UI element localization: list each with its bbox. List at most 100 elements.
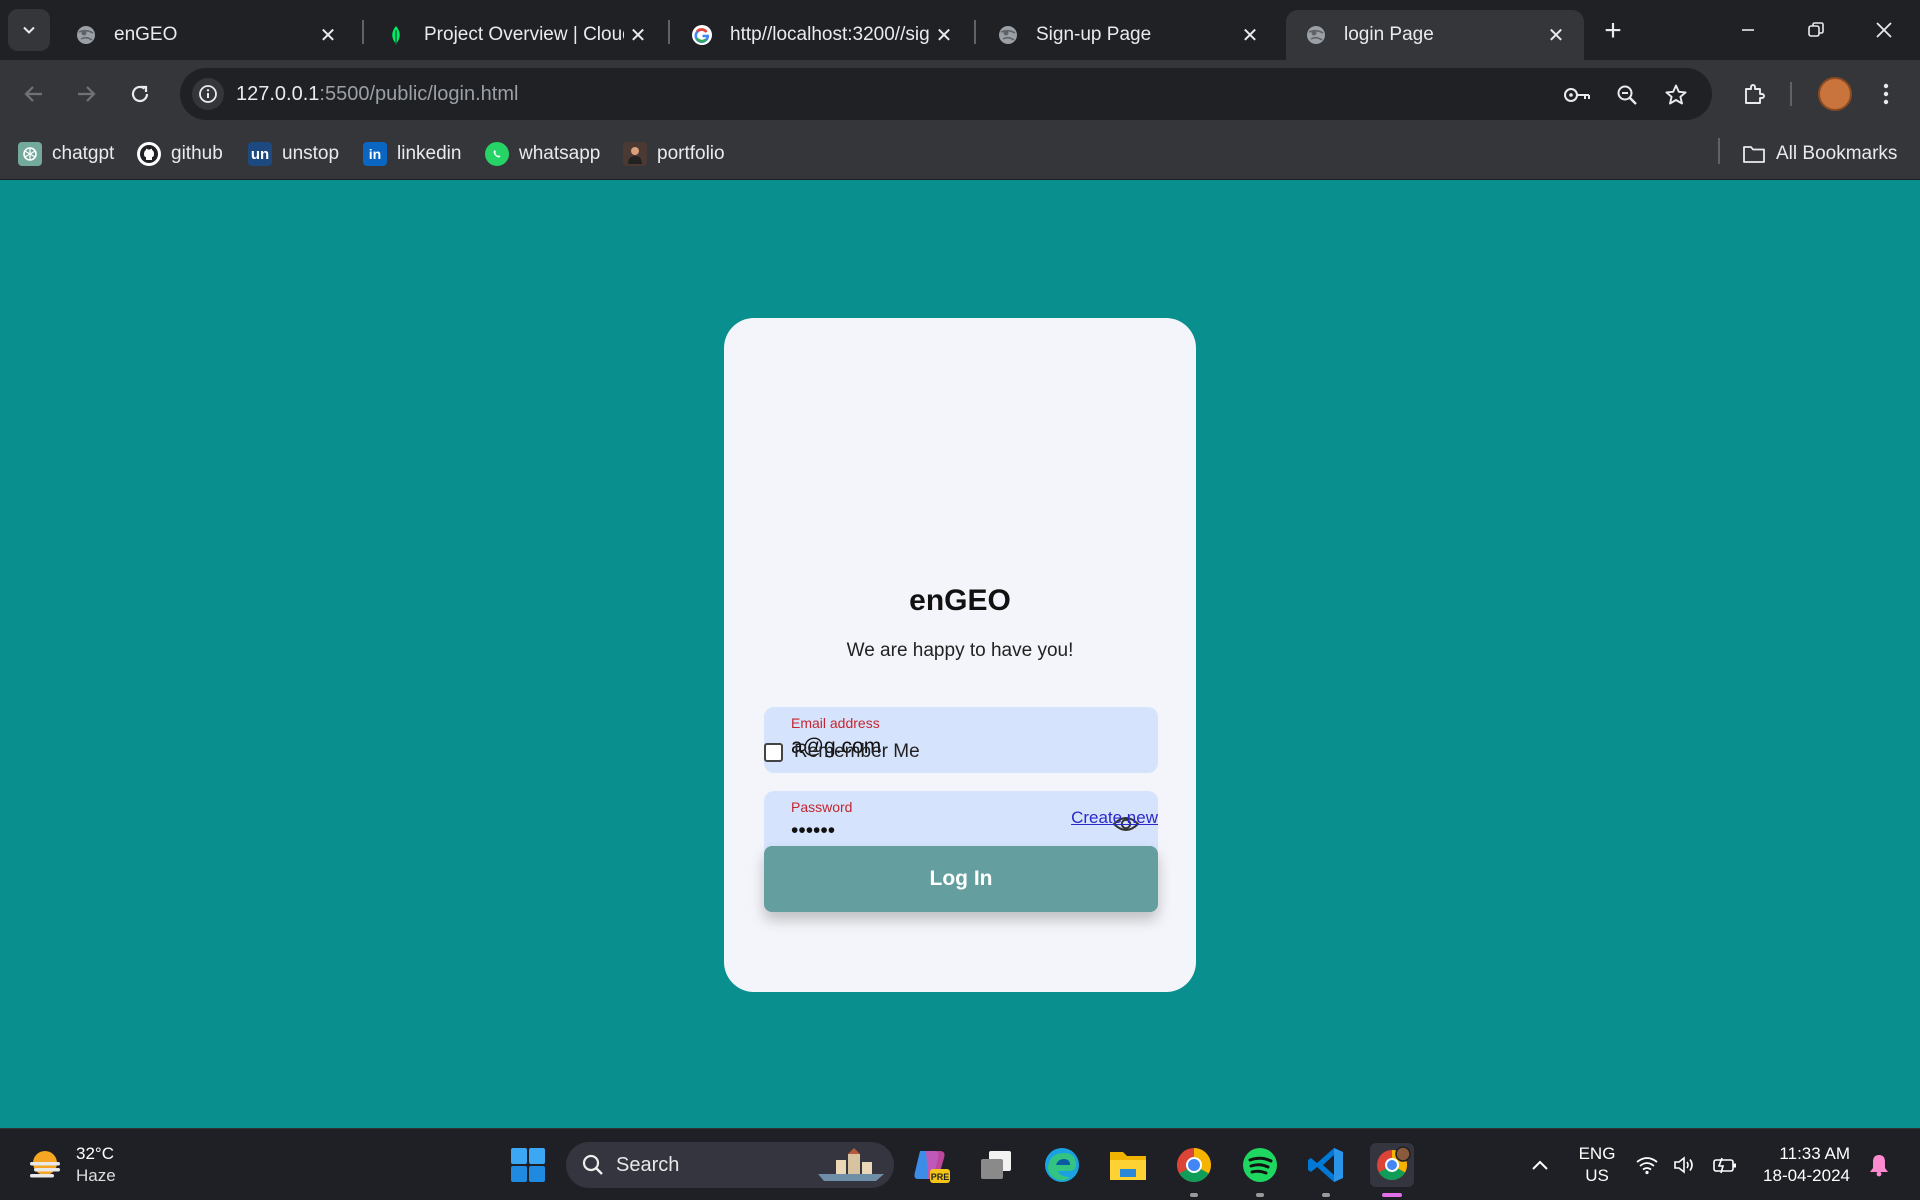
url-host: 127.0.0.1 (236, 83, 320, 105)
password-label: Password (791, 799, 853, 815)
portfolio-icon (623, 142, 647, 166)
tab-project-overview[interactable]: Project Overview | Cloud ✕ (366, 10, 666, 60)
language-indicator[interactable]: ENG US (1570, 1143, 1624, 1187)
unstop-icon: un (248, 142, 272, 166)
file-explorer-icon[interactable] (1106, 1143, 1150, 1187)
minimize-icon (1742, 29, 1754, 31)
url-path: :5500/public/login.html (319, 83, 519, 105)
all-bookmarks-button[interactable]: All Bookmarks (1742, 140, 1897, 168)
zoom-icon[interactable] (1612, 80, 1642, 110)
bookmarks-bar: chatgpt github un unstop in linkedin wha… (0, 128, 1920, 180)
bookmark-label: whatsapp (519, 143, 601, 164)
arrow-right-icon (78, 86, 96, 102)
remember-me[interactable]: Remember Me (764, 741, 920, 763)
puzzle-icon (1745, 84, 1765, 104)
menu-button[interactable] (1866, 74, 1906, 114)
restore-button[interactable] (1782, 0, 1850, 60)
weather-temperature: 32°C (76, 1144, 114, 1163)
login-button[interactable]: Log In (764, 846, 1158, 912)
chevron-down-icon (23, 26, 35, 34)
close-icon[interactable]: ✕ (1236, 21, 1264, 49)
wifi-icon[interactable] (1630, 1143, 1664, 1187)
address-bar[interactable]: 127.0.0.1:5500/public/login.html (180, 68, 1712, 120)
brand-title: enGEO (909, 584, 1011, 617)
bookmark-unstop[interactable]: un unstop (248, 140, 339, 168)
close-icon[interactable]: ✕ (624, 21, 652, 49)
folder-icon (1742, 142, 1766, 166)
profile-avatar[interactable] (1818, 77, 1852, 111)
vscode-icon[interactable] (1304, 1143, 1348, 1187)
email-label: Email address (791, 715, 880, 731)
reload-button[interactable] (120, 74, 160, 114)
spotify-icon[interactable] (1238, 1143, 1282, 1187)
back-button[interactable] (14, 74, 54, 114)
bookmark-label: portfolio (657, 143, 725, 164)
login-card: enGEO We are happy to have you! Email ad… (724, 318, 1196, 992)
toolbar-divider (1790, 82, 1792, 106)
bookmark-star-icon[interactable] (1661, 80, 1691, 110)
region-code: US (1585, 1166, 1609, 1185)
whatsapp-icon (485, 142, 509, 166)
close-icon[interactable]: ✕ (1542, 21, 1570, 49)
page-viewport: enGEO We are happy to have you! Email ad… (0, 181, 1920, 1128)
create-new-link[interactable]: Create new (1071, 808, 1158, 828)
tab-title: http//localhost:3200//sig (730, 24, 930, 45)
running-indicator (1256, 1193, 1264, 1197)
chevron-up-icon[interactable] (1518, 1143, 1562, 1187)
taskbar-search[interactable]: Search (566, 1142, 894, 1188)
forward-button[interactable] (66, 74, 106, 114)
bookmark-chatgpt[interactable]: chatgpt (18, 140, 114, 168)
tab-divider (362, 20, 364, 44)
running-indicator (1190, 1193, 1198, 1197)
clock[interactable]: 11:33 AM 18-04-2024 (1754, 1143, 1850, 1187)
chatgpt-icon (18, 142, 42, 166)
copilot-icon[interactable]: PRE (908, 1143, 952, 1187)
url-text[interactable]: 127.0.0.1:5500/public/login.html (236, 83, 518, 106)
tab-title: Project Overview | Cloud (424, 24, 624, 45)
close-icon[interactable]: ✕ (314, 21, 342, 49)
new-tab-button[interactable]: + (1596, 14, 1630, 48)
chrome-icon[interactable] (1172, 1143, 1216, 1187)
bookmark-linkedin[interactable]: in linkedin (363, 140, 461, 168)
close-icon[interactable]: ✕ (930, 21, 958, 49)
tab-engeo[interactable]: enGEO ✕ (56, 10, 356, 60)
windows-start-icon[interactable] (506, 1143, 550, 1187)
windows-taskbar: 32°C Haze Search PRE ENG US 11:33 AM 18-… (0, 1128, 1920, 1200)
tab-search-button[interactable] (8, 9, 50, 51)
password-value[interactable]: •••••• (791, 819, 835, 843)
extensions-button[interactable] (1734, 74, 1774, 114)
bookmark-label: linkedin (397, 143, 462, 164)
arrow-left-icon (24, 86, 42, 102)
minimize-button[interactable] (1714, 0, 1782, 60)
bookmark-github[interactable]: github (137, 140, 223, 168)
email-field[interactable]: Email address a@g.com (764, 707, 1158, 773)
close-icon (1876, 22, 1892, 38)
tab-strip: enGEO ✕ Project Overview | Cloud ✕ http/… (0, 0, 1920, 60)
mongodb-leaf-icon (384, 23, 408, 47)
bookmark-whatsapp[interactable]: whatsapp (485, 140, 600, 168)
bookmark-portfolio[interactable]: portfolio (623, 140, 725, 168)
notification-bell-icon[interactable] (1862, 1143, 1896, 1187)
task-view-icon[interactable] (974, 1143, 1018, 1187)
chrome-profile-icon[interactable] (1370, 1143, 1414, 1187)
tab-title: login Page (1344, 24, 1434, 45)
weather-condition: Haze (76, 1166, 116, 1185)
tab-divider (974, 20, 976, 44)
haze-sun-icon (26, 1146, 64, 1184)
close-window-button[interactable] (1850, 0, 1918, 60)
restore-icon (1808, 22, 1824, 37)
volume-icon[interactable] (1668, 1143, 1702, 1187)
edge-icon[interactable] (1040, 1143, 1084, 1187)
tab-title: Sign-up Page (1036, 24, 1152, 45)
all-bookmarks-label: All Bookmarks (1776, 143, 1898, 164)
remember-checkbox[interactable] (764, 742, 783, 762)
password-key-icon[interactable] (1562, 80, 1592, 110)
battery-icon[interactable] (1708, 1143, 1742, 1187)
site-info-icon[interactable] (192, 78, 224, 110)
bookmark-label: unstop (282, 143, 340, 164)
tab-signup-page[interactable]: Sign-up Page ✕ (978, 10, 1278, 60)
weather-widget[interactable]: 32°C Haze (26, 1143, 116, 1187)
tab-login-page[interactable]: login Page ✕ (1286, 10, 1584, 60)
tab-localhost[interactable]: http//localhost:3200//sig ✕ (672, 10, 972, 60)
search-highlight-icon (818, 1148, 884, 1181)
